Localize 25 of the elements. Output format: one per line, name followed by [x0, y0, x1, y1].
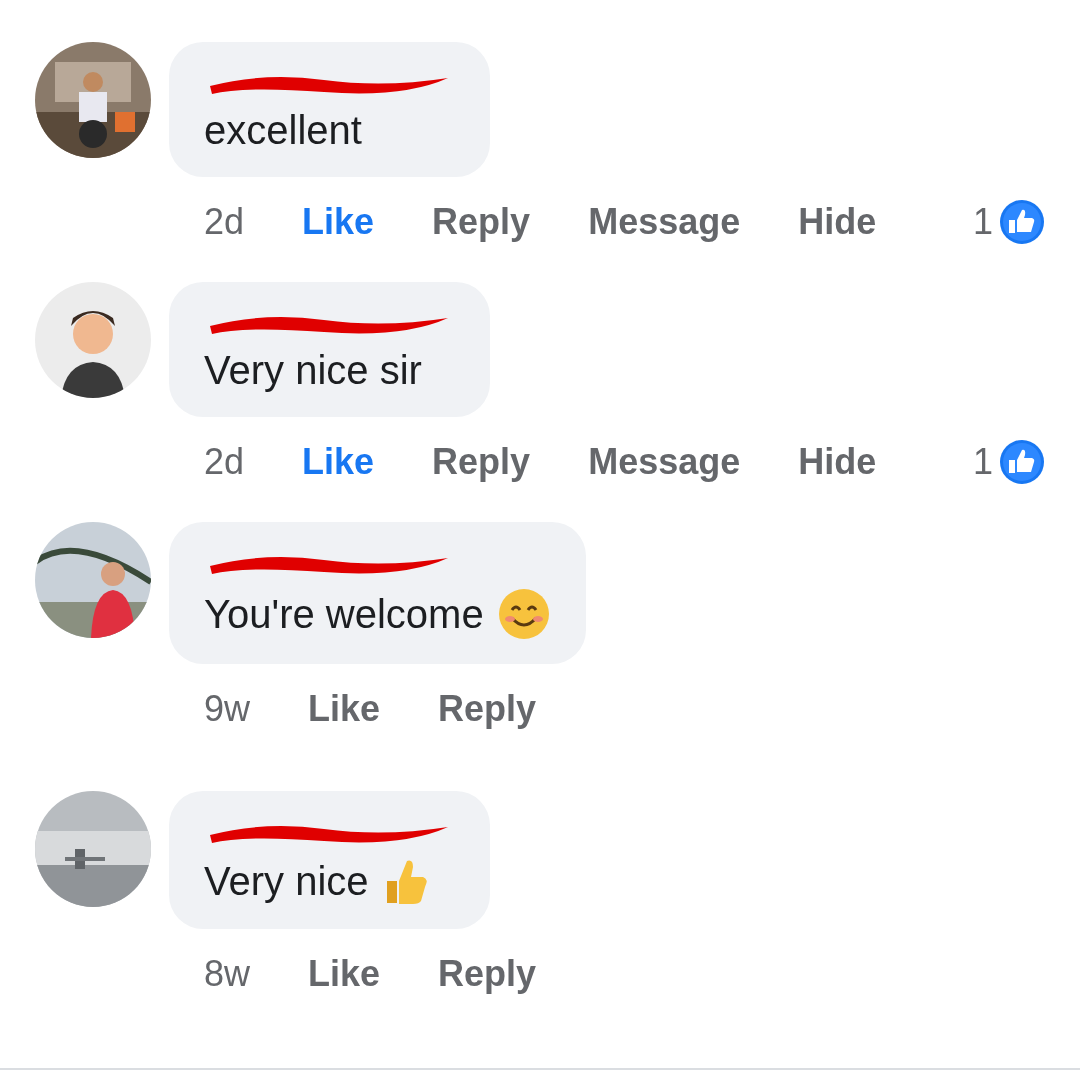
action-link[interactable]: Reply [438, 953, 537, 995]
comment-time: 2d [204, 441, 245, 483]
action-link[interactable]: Reply [432, 441, 531, 483]
like-reaction-icon [999, 439, 1045, 485]
action-link[interactable]: Reply [432, 201, 531, 243]
comment-text: You're welcome [204, 591, 484, 637]
reaction-count: 1 [972, 201, 993, 243]
comment-text: Very nice sir [204, 348, 422, 393]
action-link[interactable]: Message [588, 201, 741, 243]
like-link[interactable]: Like [308, 688, 381, 730]
action-link[interactable]: Reply [438, 688, 537, 730]
comment-text: Very nice [204, 858, 369, 904]
comment-time: 8w [204, 953, 251, 995]
reaction-count: 1 [972, 441, 993, 483]
comment-text: excellent [204, 108, 362, 153]
action-link[interactable]: Hide [798, 441, 877, 483]
action-link[interactable]: Message [588, 441, 741, 483]
like-link[interactable]: Like [308, 953, 381, 995]
comment-time: 2d [204, 201, 245, 243]
like-reaction-icon [999, 199, 1045, 245]
action-link[interactable]: Hide [798, 201, 877, 243]
smiling-face-icon [497, 588, 550, 640]
comment-time: 9w [204, 688, 251, 730]
like-link[interactable]: Like [302, 201, 375, 243]
like-link[interactable]: Like [302, 441, 375, 483]
